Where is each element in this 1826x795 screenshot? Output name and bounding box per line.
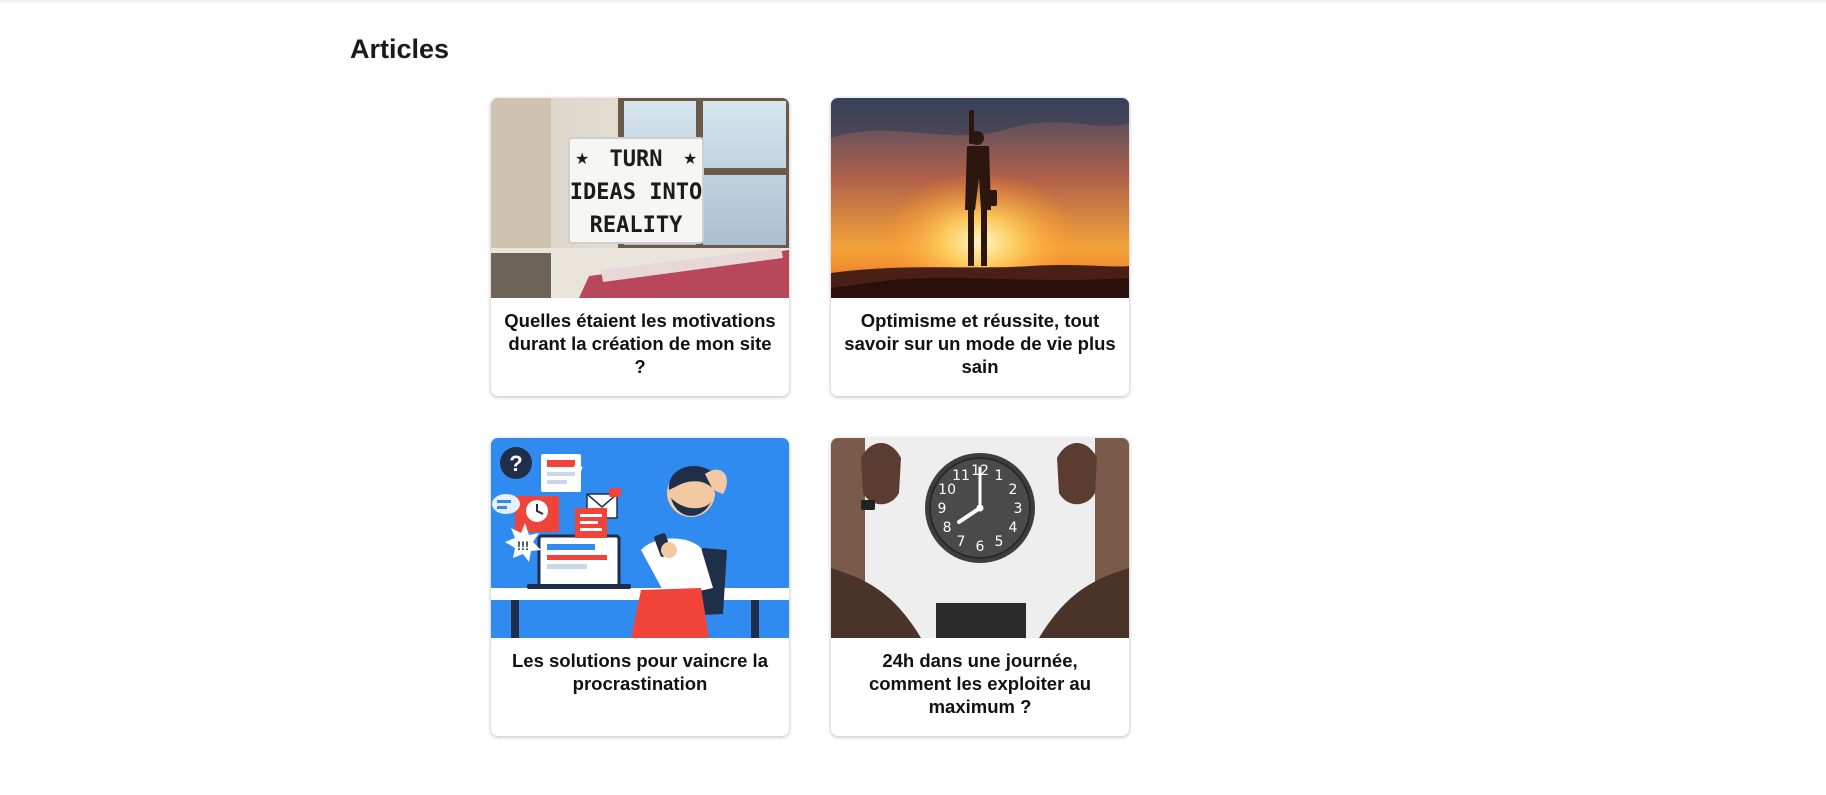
wall-clock-image: 121234567891011 bbox=[831, 438, 1129, 638]
article-card[interactable]: ? !!! Les solutions pour vaincre la proc… bbox=[491, 438, 789, 736]
article-title[interactable]: Les solutions pour vaincre la procrastin… bbox=[491, 638, 789, 695]
lightbox-sign-image: TURN IDEAS INTO REALITY ★ ★ bbox=[491, 98, 789, 298]
article-card[interactable]: 121234567891011 24h dans une journée, co… bbox=[831, 438, 1129, 736]
sign-line-2: IDEAS INTO bbox=[570, 180, 702, 205]
clock-number: 2 bbox=[1008, 482, 1017, 498]
sign-line-1: TURN bbox=[610, 147, 663, 172]
article-title[interactable]: 24h dans une journée, comment les exploi… bbox=[831, 638, 1129, 718]
sunset-silhouette-image bbox=[831, 98, 1129, 298]
sign-line-3: REALITY bbox=[590, 213, 683, 238]
article-title[interactable]: Optimisme et réussite, tout savoir sur u… bbox=[831, 298, 1129, 378]
clock-number: 9 bbox=[938, 501, 947, 517]
section-title: Articles bbox=[350, 34, 450, 64]
clock-number: 7 bbox=[957, 534, 966, 550]
alert-glyph: !!! bbox=[517, 539, 529, 553]
clock-number: 3 bbox=[1014, 501, 1023, 517]
sign-star-left: ★ bbox=[575, 151, 589, 168]
clock-number: 11 bbox=[952, 468, 970, 484]
clock-number: 5 bbox=[995, 534, 1004, 550]
article-card[interactable]: TURN IDEAS INTO REALITY ★ ★ Quelles étai… bbox=[491, 98, 789, 396]
question-glyph: ? bbox=[509, 451, 522, 476]
clock-number: 10 bbox=[938, 482, 956, 498]
clock-number: 6 bbox=[976, 539, 985, 555]
article-card[interactable]: Optimisme et réussite, tout savoir sur u… bbox=[831, 98, 1129, 396]
clock-number: 4 bbox=[1008, 520, 1017, 536]
article-title[interactable]: Quelles étaient les motivations durant l… bbox=[491, 298, 789, 378]
procrastination-image: ? !!! bbox=[491, 438, 789, 638]
sign-star-right: ★ bbox=[683, 151, 697, 168]
articles-grid: TURN IDEAS INTO REALITY ★ ★ Quelles étai… bbox=[491, 98, 1129, 736]
clock-number: 1 bbox=[995, 468, 1004, 484]
top-shadow bbox=[0, 0, 1826, 4]
clock-number: 8 bbox=[943, 520, 952, 536]
